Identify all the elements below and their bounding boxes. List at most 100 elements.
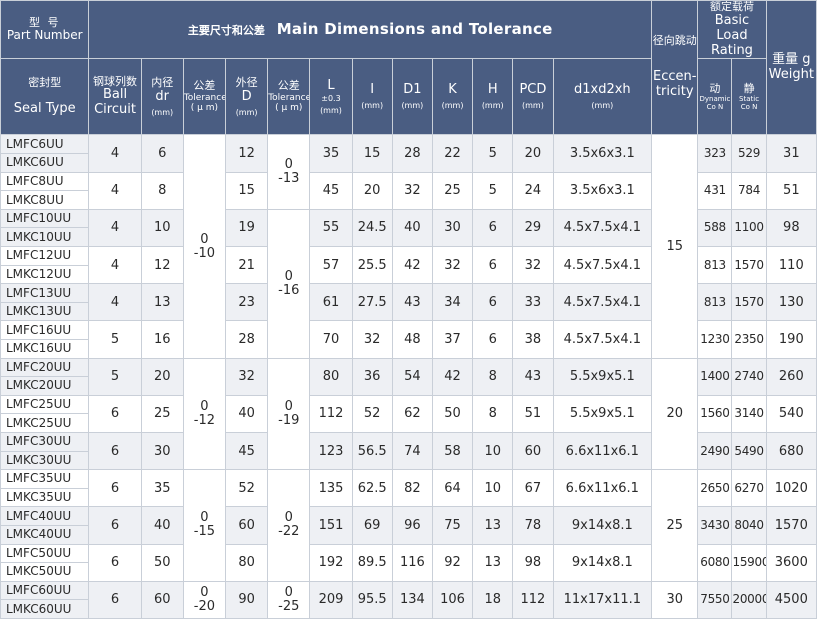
dim-D1: 116 bbox=[391, 543, 433, 582]
dim-H: 6 bbox=[472, 208, 514, 248]
weight: 130 bbox=[765, 283, 817, 322]
header-H: H (mm) bbox=[472, 58, 514, 136]
part-number-square: LMKC13UU bbox=[0, 301, 90, 322]
dr-unit: (mm) bbox=[151, 107, 174, 117]
part-number-flange: LMFC25UU bbox=[0, 394, 90, 415]
length-L: 35 bbox=[309, 134, 353, 173]
part-number-flange: LMFC13UU bbox=[0, 283, 90, 303]
dim-d1d2h: 6.6x11x6.1 bbox=[552, 431, 653, 471]
ball-circuit: 4 bbox=[88, 134, 142, 173]
dim-D1: 54 bbox=[391, 357, 433, 396]
D-tol-en: Tolerance bbox=[268, 92, 310, 103]
dim-PCD: 51 bbox=[512, 394, 554, 433]
H-unit: (mm) bbox=[481, 101, 504, 111]
dr-tol-en: Tolerance bbox=[183, 92, 226, 103]
inner-diameter: 16 bbox=[140, 320, 184, 359]
D-tolerance-upper: 0 bbox=[284, 398, 293, 414]
D-tolerance: 0 -19 bbox=[267, 357, 311, 471]
length-L: 45 bbox=[309, 171, 353, 210]
D-cn: 外径 bbox=[235, 76, 258, 90]
dr-tolerance: 0 -12 bbox=[182, 357, 227, 471]
part-number-flange: LMFC30UU bbox=[0, 431, 90, 452]
dim-PCD: 67 bbox=[512, 469, 554, 508]
dim-H: 13 bbox=[472, 543, 514, 582]
part-number-square: LMKC20UU bbox=[0, 376, 90, 396]
dim-PCD: 60 bbox=[512, 431, 554, 471]
ball-circuit: 4 bbox=[88, 171, 142, 210]
static-load: 1570 bbox=[731, 283, 767, 322]
dynamic-load: 323 bbox=[697, 134, 733, 173]
dim-D1: 43 bbox=[391, 283, 433, 322]
static-cn: 静 bbox=[743, 81, 755, 95]
dim-K: 50 bbox=[431, 394, 474, 433]
I-en: I bbox=[370, 82, 375, 98]
d1d2h-en: d1xd2xh bbox=[573, 82, 631, 98]
table-row: LMFC20UU 5 20 0 -12 32 0 -19 80 36 54 42 8 43 5.5x9x5.… bbox=[0, 357, 817, 471]
dim-H: 10 bbox=[472, 431, 514, 471]
outer-diameter: 52 bbox=[225, 469, 269, 508]
D-tolerance-lower: -16 bbox=[278, 282, 300, 298]
dynamic-load: 813 bbox=[697, 246, 733, 285]
PCD-unit: (mm) bbox=[522, 101, 544, 111]
outer-diameter: 23 bbox=[225, 283, 269, 322]
dim-PCD: 20 bbox=[512, 134, 554, 173]
D-tol-cn: 公差 bbox=[277, 79, 300, 93]
header-PCD: PCD (mm) bbox=[512, 58, 554, 136]
header-D1: D1 (mm) bbox=[391, 58, 433, 136]
dr-en: dr bbox=[155, 88, 170, 104]
header-dr-tolerance: 公差 Tolerance ( μ m) bbox=[182, 58, 227, 136]
dim-I: 56.5 bbox=[351, 431, 393, 471]
part-number-flange: LMFC8UU bbox=[0, 171, 90, 192]
dynamic-en2: Co N bbox=[706, 103, 724, 112]
D-tolerance-upper: 0 bbox=[284, 510, 293, 526]
dim-H: 6 bbox=[472, 246, 514, 285]
dim-K: 25 bbox=[431, 171, 474, 210]
D-tolerance-upper: 0 bbox=[284, 157, 293, 173]
static-load: 1100 bbox=[731, 208, 767, 248]
header-dynamic: 动 Dynamic Co N bbox=[697, 58, 733, 136]
ball-circuit: 6 bbox=[88, 543, 142, 582]
static-load: 2350 bbox=[731, 320, 767, 359]
dim-d1d2h: 5.5x9x5.1 bbox=[552, 357, 653, 396]
dim-H: 6 bbox=[472, 320, 514, 359]
static-load: 784 bbox=[731, 171, 767, 210]
weight: 260 bbox=[765, 357, 817, 396]
dim-PCD: 38 bbox=[512, 320, 554, 359]
inner-diameter: 60 bbox=[140, 580, 184, 619]
static-en1: Static bbox=[739, 95, 760, 104]
L-en: L bbox=[327, 77, 335, 93]
outer-diameter: 21 bbox=[225, 246, 269, 285]
dim-H: 8 bbox=[472, 357, 514, 396]
dr-tolerance-lower: -15 bbox=[193, 524, 216, 540]
dim-PCD: 78 bbox=[512, 506, 554, 545]
outer-diameter: 45 bbox=[225, 431, 269, 471]
ball-circuit: 5 bbox=[88, 357, 142, 396]
static-load: 1570 bbox=[731, 246, 767, 285]
inner-diameter: 20 bbox=[140, 357, 184, 396]
ball-circuit: 4 bbox=[88, 283, 142, 322]
dim-H: 8 bbox=[472, 394, 514, 433]
length-L: 123 bbox=[309, 431, 353, 471]
inner-diameter: 10 bbox=[140, 208, 184, 248]
dim-d1d2h: 4.5x7.5x4.1 bbox=[552, 283, 653, 322]
D-tolerance-lower: -25 bbox=[278, 598, 300, 614]
part-number-flange: LMFC40UU bbox=[0, 506, 90, 526]
dim-K: 32 bbox=[431, 246, 474, 285]
K-unit: (mm) bbox=[441, 101, 464, 111]
static-load: 15900 bbox=[731, 543, 767, 582]
eccentricity: 30 bbox=[651, 580, 699, 619]
dynamic-load: 1230 bbox=[697, 320, 733, 359]
weight: 98 bbox=[765, 208, 817, 248]
seal-type-cn: 密封型 bbox=[28, 76, 62, 90]
part-number-flange: LMFC6UU bbox=[0, 134, 90, 155]
table-row: LMFC6UU 4 6 0 -10 12 0 -13 35 15 28 22 5 20 3.5x6x3.1 1… bbox=[0, 134, 817, 359]
dim-H: 10 bbox=[472, 469, 514, 508]
part-number-square: LMKC30UU bbox=[0, 450, 90, 471]
dim-H: 5 bbox=[472, 134, 514, 173]
main-dimensions-cn: 主要尺寸和公差 bbox=[187, 24, 265, 38]
dim-PCD: 32 bbox=[512, 246, 554, 285]
header-L: L ±0.3 (mm) bbox=[309, 58, 353, 136]
dim-d1d2h: 9x14x8.1 bbox=[552, 543, 653, 582]
part-number-flange: LMFC10UU bbox=[0, 208, 90, 229]
dim-H: 13 bbox=[472, 506, 514, 545]
